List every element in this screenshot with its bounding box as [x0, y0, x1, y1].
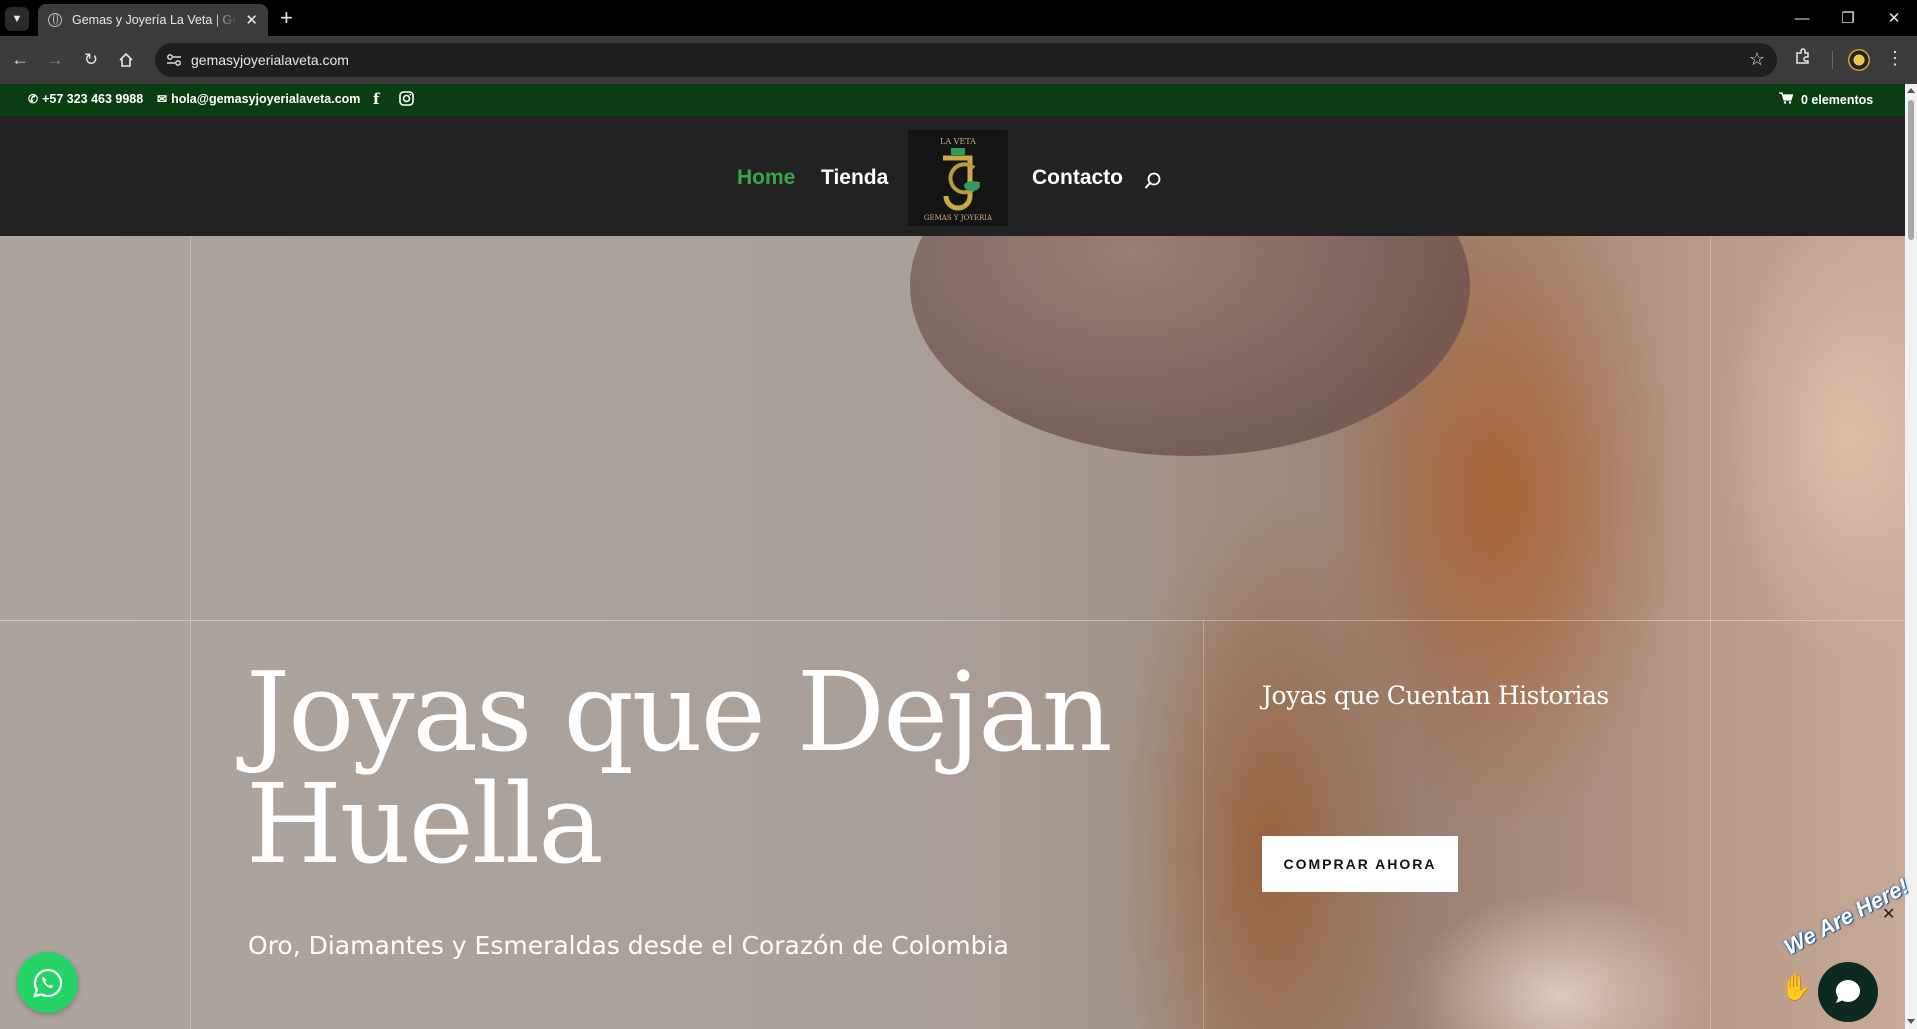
- extensions-icon[interactable]: [1794, 47, 1812, 70]
- site-info-icon[interactable]: [165, 51, 183, 69]
- hero-divider: [190, 236, 191, 1029]
- instagram-icon[interactable]: [399, 91, 414, 106]
- logo-bottom-text: GEMAS Y JOYERIA: [924, 214, 993, 222]
- buy-now-button[interactable]: COMPRAR AHORA: [1262, 836, 1458, 892]
- whatsapp-button[interactable]: [17, 952, 78, 1013]
- email-link[interactable]: ✉ hola@gemasyjoyerialaveta.com: [157, 92, 360, 106]
- hero-title: Joyas que Dejan Huella: [246, 656, 1146, 880]
- url-text: gemasyjoyerialaveta.com: [191, 52, 349, 68]
- tab-title: Gemas y Joyería La Veta | Gemas y Joyerí…: [72, 13, 238, 27]
- hero-divider: [1710, 236, 1711, 1029]
- facebook-icon[interactable]: f: [373, 90, 379, 108]
- phone-link[interactable]: ✆ +57 323 463 9988: [28, 92, 143, 106]
- profile-icon[interactable]: [1848, 49, 1870, 71]
- close-window-button[interactable]: ✕: [1871, 0, 1917, 36]
- restore-button[interactable]: ❐: [1825, 0, 1871, 36]
- site-logo[interactable]: LA VETA GEMAS Y JOYERIA: [908, 130, 1008, 226]
- toolbar-separator: [1832, 51, 1833, 69]
- cart-link[interactable]: 0 elementos: [1779, 92, 1873, 107]
- chat-icon: [1835, 979, 1861, 1003]
- window-controls: — ❐ ✕: [1779, 0, 1917, 36]
- mail-icon: ✉: [157, 92, 168, 106]
- nav-contacto[interactable]: Contacto: [1032, 166, 1123, 190]
- nav-tienda[interactable]: Tienda: [821, 166, 888, 190]
- hero-title-line-2: Huella: [246, 760, 604, 888]
- hero-divider: [1203, 620, 1204, 1029]
- browser-tab[interactable]: Gemas y Joyería La Veta | Gemas y Joyerí…: [38, 4, 268, 36]
- hero-title-line-1: Joyas que Dejan: [246, 648, 1113, 776]
- browser-toolbar: ← → ↻ gemasyjoyerialaveta.com ☆: [0, 36, 1917, 84]
- email-text: hola@gemasyjoyerialaveta.com: [171, 92, 361, 106]
- main-navigation: Home Tienda LA VETA GEMAS Y JOYERIA Cont…: [0, 116, 1905, 236]
- star-icon[interactable]: ☆: [1749, 49, 1765, 70]
- hero-subtitle: Oro, Diamantes y Esmeraldas desde el Cor…: [248, 931, 1009, 960]
- tab-close-button[interactable]: ✕: [245, 11, 258, 29]
- scroll-down-icon[interactable]: [1907, 1019, 1915, 1024]
- scroll-thumb[interactable]: [1908, 100, 1914, 240]
- home-icon[interactable]: [113, 47, 139, 73]
- hero-divider-horizontal: [0, 620, 1905, 621]
- globe-icon: [48, 13, 62, 27]
- cart-icon: [1779, 92, 1794, 107]
- phone-text: +57 323 463 9988: [42, 92, 144, 106]
- hero-section: Joyas que Dejan Huella Oro, Diamantes y …: [0, 236, 1905, 1029]
- phone-icon: ✆: [28, 92, 39, 106]
- hero-side-title: Joyas que Cuentan Historias: [1262, 681, 1609, 710]
- search-icon[interactable]: [1144, 172, 1162, 190]
- logo-top-text: LA VETA: [940, 137, 976, 146]
- contact-topbar: ✆ +57 323 463 9988 ✉ hola@gemasyjoyerial…: [0, 84, 1905, 116]
- browser-tab-bar: ▼ Gemas y Joyería La Veta | Gemas y Joye…: [0, 0, 1917, 36]
- hero-hat-shape: [910, 236, 1470, 456]
- chat-button[interactable]: [1818, 962, 1878, 1022]
- page-viewport: ✆ +57 323 463 9988 ✉ hola@gemasyjoyerial…: [0, 84, 1917, 1029]
- new-tab-button[interactable]: +: [280, 6, 293, 30]
- reload-icon[interactable]: ↻: [78, 47, 104, 73]
- address-bar[interactable]: gemasyjoyerialaveta.com ☆: [155, 43, 1777, 77]
- menu-icon[interactable]: ⋮: [1886, 48, 1904, 69]
- whatsapp-icon: [32, 968, 62, 998]
- wave-hand-icon: ✋: [1780, 972, 1813, 1002]
- cart-count-text: 0 elementos: [1801, 92, 1874, 107]
- tab-list-icon[interactable]: ▼: [5, 7, 29, 31]
- back-icon[interactable]: ←: [7, 47, 33, 73]
- nav-home[interactable]: Home: [737, 166, 795, 190]
- forward-icon[interactable]: →: [42, 47, 68, 73]
- scroll-up-icon[interactable]: [1907, 88, 1915, 93]
- minimize-button[interactable]: —: [1779, 0, 1825, 36]
